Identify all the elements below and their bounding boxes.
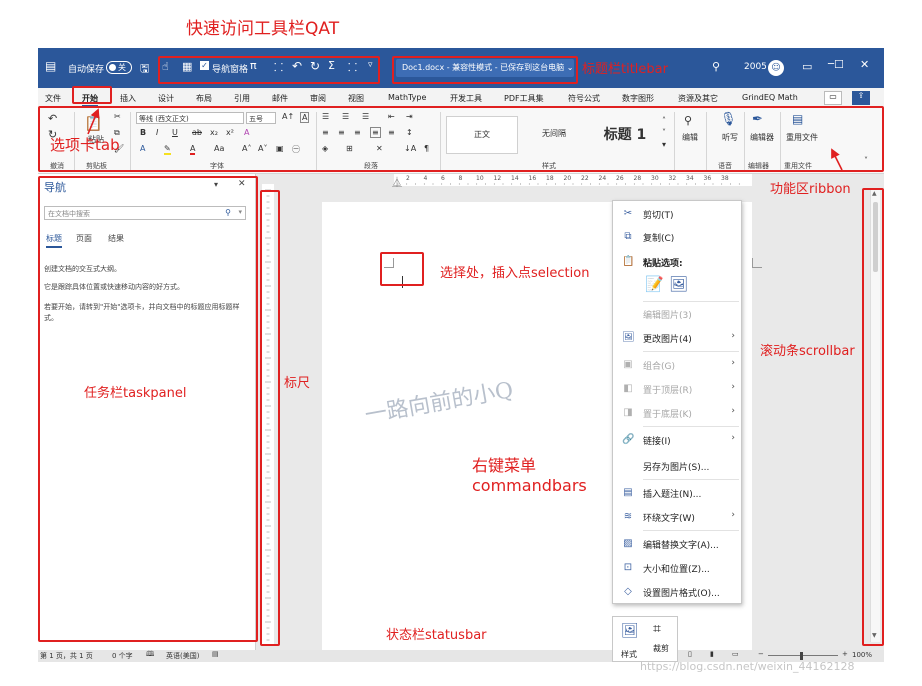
arrow-tab bbox=[87, 108, 100, 135]
annotation-arrows bbox=[87, 108, 843, 171]
arrow-ribbon bbox=[831, 148, 843, 171]
